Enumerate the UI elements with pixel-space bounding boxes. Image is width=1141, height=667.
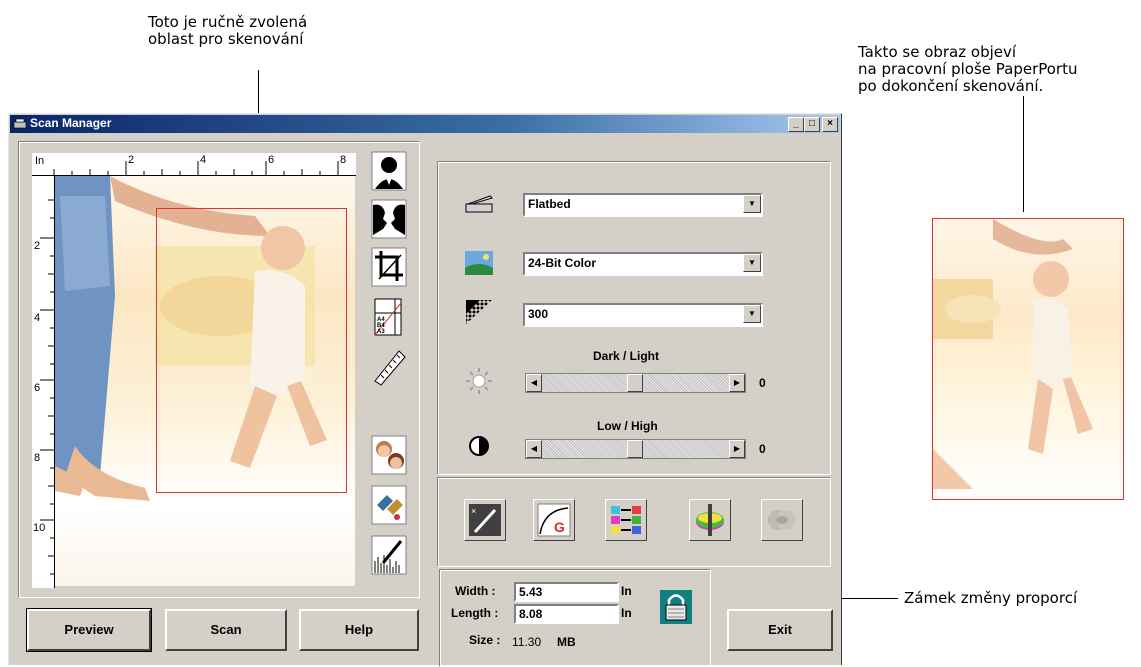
hue-saturation-button[interactable] [689, 499, 731, 541]
result-annotation-line3: po dokončení skenování. [858, 77, 1044, 95]
maximize-button[interactable]: □ [804, 117, 820, 132]
descreen-tool-icon[interactable] [371, 485, 407, 525]
baby-photo-icon [933, 219, 1093, 489]
contrast-slider[interactable]: ◀ ▶ [525, 439, 746, 459]
scanner-app-icon [13, 117, 27, 129]
brightness-value: 0 [759, 376, 766, 390]
crop-icon[interactable] [371, 247, 407, 287]
close-button[interactable]: × [822, 117, 838, 132]
result-annotation-line2: na pracovní ploše PaperPortu [858, 60, 1078, 78]
title-bar[interactable]: Scan Manager _ □ × [10, 115, 840, 133]
portrait-mode-icon[interactable] [371, 151, 407, 191]
svg-text:A3: A3 [377, 329, 385, 335]
resolution-icon [464, 298, 494, 331]
slider-right-arrow-icon[interactable]: ▶ [729, 374, 745, 392]
color-balance-button[interactable] [605, 499, 647, 541]
ruler-top: In 2 4 6 8 [32, 153, 356, 176]
histogram-eyedropper-icon[interactable] [371, 535, 407, 575]
paper-size-icon[interactable]: A4 B4 A3 [371, 297, 407, 337]
selection-annotation-line1: Toto je ručně zvolená [148, 13, 308, 31]
result-annotation-line1: Takto se obraz objeví [858, 43, 1017, 61]
face-enhance-icon[interactable] [371, 435, 407, 475]
width-field[interactable]: 5.43 [514, 582, 619, 602]
slider-left-arrow-icon[interactable]: ◀ [526, 440, 542, 458]
tool-strip: A4 B4 A3 [369, 151, 409, 586]
brightness-slider[interactable]: ◀ ▶ [525, 373, 746, 393]
slider-left-arrow-icon[interactable]: ◀ [526, 374, 542, 392]
width-label: Width : [455, 584, 496, 598]
result-callout-line [1023, 96, 1024, 212]
length-field[interactable]: 8.08 [514, 604, 619, 624]
slider-right-arrow-icon[interactable]: ▶ [729, 440, 745, 458]
chevron-down-icon[interactable]: ▼ [743, 254, 761, 272]
gamma-curve-button[interactable]: G [533, 499, 575, 541]
source-select[interactable]: Flatbed ▼ [523, 193, 763, 217]
scan-button[interactable]: Scan [165, 609, 287, 651]
selection-annotation: Toto je ručně zvolená oblast pro skenová… [148, 14, 307, 48]
exit-button[interactable]: Exit [727, 609, 833, 651]
ruler-tool-icon[interactable] [371, 347, 407, 387]
preview-eye-button[interactable] [761, 499, 803, 541]
contrast-icon [467, 434, 491, 463]
flatbed-scanner-icon [464, 192, 494, 221]
contrast-label: Low / High [597, 419, 658, 433]
window-title: Scan Manager [30, 116, 112, 130]
length-unit: In [621, 606, 632, 620]
result-preview-image [932, 218, 1124, 500]
svg-text:×: × [471, 506, 476, 516]
size-unit: MB [557, 635, 576, 649]
source-select-value: Flatbed [528, 197, 571, 211]
chevron-down-icon[interactable]: ▼ [743, 195, 761, 213]
dual-profile-icon[interactable] [371, 199, 407, 239]
resolution-select[interactable]: 300 ▼ [523, 303, 763, 327]
color-mode-icon [464, 250, 494, 281]
minimize-button[interactable]: _ [788, 117, 804, 132]
contrast-value: 0 [759, 442, 766, 456]
svg-text:G: G [554, 519, 565, 535]
aspect-lock-icon[interactable] [659, 589, 693, 625]
contrast-slider-thumb[interactable] [627, 440, 643, 458]
help-button[interactable]: Help [299, 609, 419, 651]
chevron-down-icon[interactable]: ▼ [743, 305, 761, 323]
lock-annotation: Zámek změny proporcí [904, 589, 1078, 607]
selection-annotation-line2: oblast pro skenování [148, 30, 304, 48]
length-label: Length : [451, 606, 499, 620]
width-unit: In [621, 584, 632, 598]
eyedropper-tool-button[interactable]: × [464, 499, 506, 541]
preview-button[interactable]: Preview [26, 608, 152, 652]
color-mode-select[interactable]: 24-Bit Color ▼ [523, 252, 763, 276]
size-value: 11.30 [512, 635, 542, 649]
resolution-select-value: 300 [528, 307, 549, 321]
brightness-slider-thumb[interactable] [627, 374, 643, 392]
selection-frame[interactable] [156, 208, 347, 493]
ruler-left: 2 4 6 8 10 [32, 176, 55, 588]
brightness-icon [465, 367, 493, 400]
scan-manager-window: Scan Manager _ □ × In 2 4 6 8 2 4 6 8 10 [8, 113, 842, 667]
size-label: Size : [469, 633, 501, 647]
brightness-label: Dark / Light [593, 349, 660, 363]
color-mode-select-value: 24-Bit Color [528, 256, 597, 270]
result-annotation: Takto se obraz objeví na pracovní ploše … [858, 44, 1078, 95]
